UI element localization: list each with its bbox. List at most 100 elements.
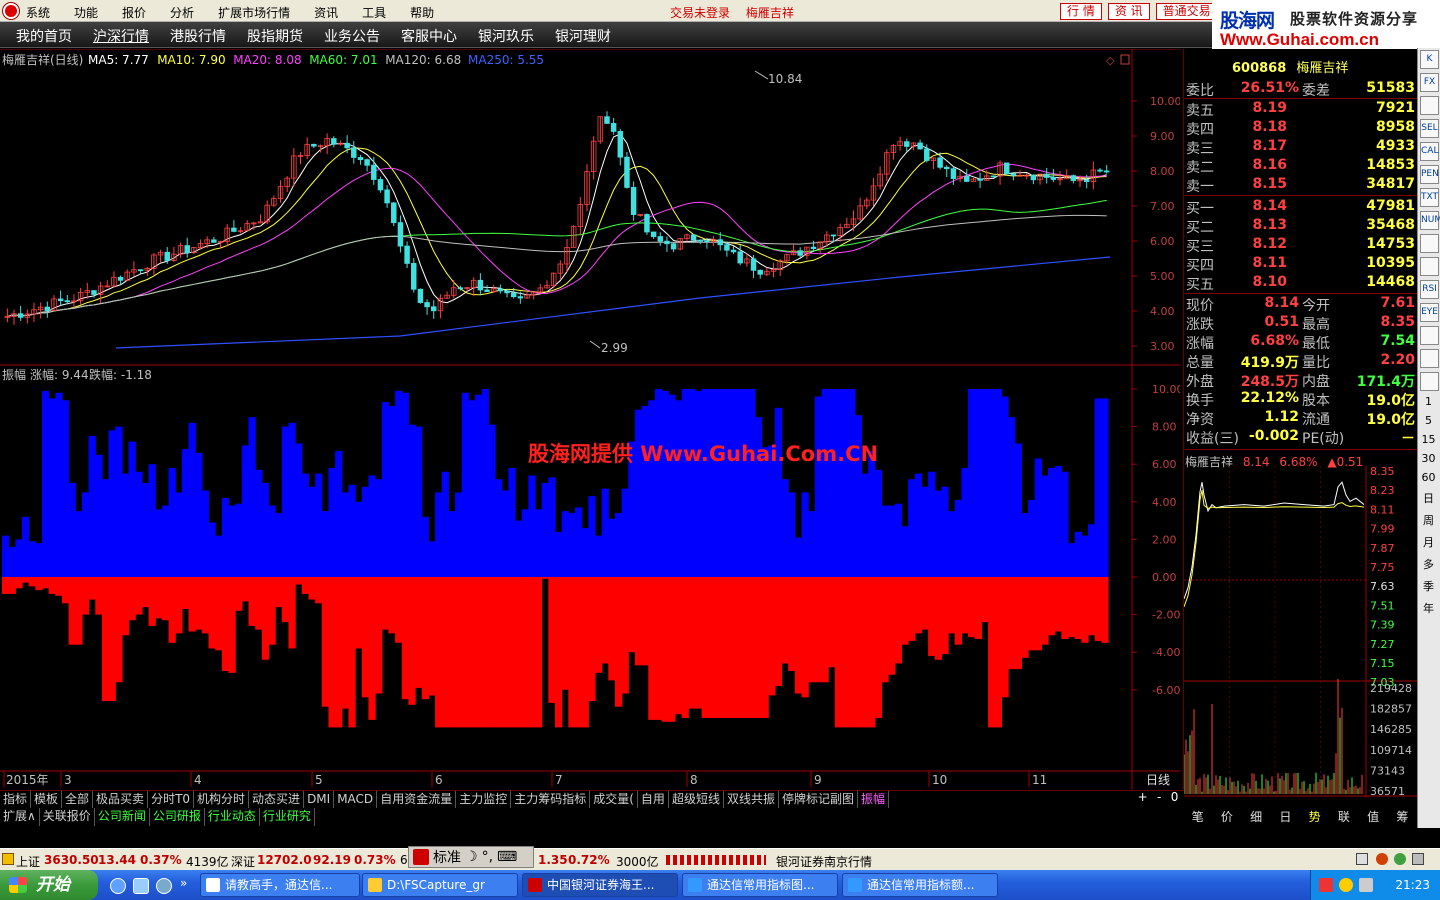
tray-network-icon[interactable] — [1339, 878, 1353, 892]
ime-moon-icon[interactable]: ☽ — [465, 849, 478, 865]
toolbar-rsi-icon[interactable]: RSI — [1420, 280, 1439, 299]
tab-hk-market[interactable]: 港股行情 — [170, 26, 226, 46]
toolbar-cal-icon[interactable]: CAL — [1420, 142, 1439, 161]
indicator-tab[interactable]: 主力筹码指标 — [511, 791, 591, 808]
menu-analysis[interactable]: 分析 — [170, 4, 194, 21]
indicator-tab[interactable]: 极品买卖 — [93, 791, 149, 808]
info-tab[interactable]: 公司新闻 — [95, 808, 150, 826]
side-tab[interactable]: 值 — [1367, 808, 1379, 826]
tab-galaxy-finance[interactable]: 银河理财 — [555, 26, 611, 46]
tray-antivirus-icon[interactable] — [1319, 878, 1333, 892]
clock[interactable]: 21:23 — [1395, 878, 1430, 892]
indicator-tab[interactable]: 模板 — [31, 791, 63, 808]
bid-price[interactable]: 8.13 — [1252, 217, 1287, 233]
broker-server[interactable]: 银河证券南京行情 — [776, 853, 872, 870]
toolbar-pen-icon[interactable]: PEN — [1420, 165, 1439, 184]
side-tab[interactable]: 笔 — [1192, 808, 1204, 826]
menu-quote[interactable]: 报价 — [122, 4, 146, 21]
side-tab[interactable]: 势 — [1309, 808, 1321, 826]
bid-price[interactable]: 8.11 — [1252, 255, 1287, 271]
quicklaunch-expand-icon[interactable]: » — [180, 876, 187, 890]
tab-index-futures[interactable]: 股指期货 — [247, 26, 303, 46]
media-icon[interactable] — [156, 878, 172, 894]
side-tab[interactable]: 筹 — [1396, 808, 1408, 826]
indicator-tab[interactable]: 机构分时 — [194, 791, 250, 808]
menu-tools[interactable]: 工具 — [362, 4, 386, 21]
indicator-tab[interactable]: 停牌标记副图 — [779, 791, 858, 808]
indicator-tab[interactable]: 动态买进 — [249, 791, 305, 808]
ask-price[interactable]: 8.15 — [1252, 176, 1287, 192]
period-1[interactable]: 1 — [1418, 395, 1439, 408]
period-年[interactable]: 年 — [1418, 600, 1439, 616]
ime-mode[interactable]: 标准 — [433, 847, 461, 867]
sz-index-value[interactable]: 12702.0 — [257, 853, 312, 867]
indicator-tab[interactable]: 双线共振 — [724, 791, 779, 808]
sh-index-value[interactable]: 3630.50 — [44, 853, 99, 867]
indicator-tab[interactable]: DMI — [304, 791, 335, 808]
task-browser[interactable]: 请教高手，通达信... — [200, 873, 360, 897]
tray-connect-icon[interactable] — [1394, 853, 1406, 865]
info-tab[interactable]: 行业动态 — [205, 808, 260, 826]
period-季[interactable]: 季 — [1418, 578, 1439, 594]
info-tab[interactable]: 公司研报 — [150, 808, 205, 826]
info-tab[interactable]: 关联报价 — [40, 808, 95, 826]
period-日[interactable]: 日 — [1418, 490, 1439, 506]
ask-price[interactable]: 8.17 — [1252, 138, 1287, 154]
info-tab[interactable]: 扩展∧ — [0, 808, 40, 826]
indicator-tab[interactable]: 主力监控 — [456, 791, 512, 808]
menu-info[interactable]: 资讯 — [314, 4, 338, 21]
period-label[interactable]: 日线 — [1146, 773, 1170, 787]
intraday-chart[interactable]: 8.35 8.23 8.11 7.99 7.87 7.75 7.63 7.51 7.39 7.27… — [1184, 466, 1417, 798]
desktop-icon[interactable] — [133, 878, 149, 894]
period-多[interactable]: 多 — [1418, 556, 1439, 572]
indicator-tab[interactable]: MACD — [334, 791, 378, 808]
toolbar-txt-icon[interactable]: TXT — [1420, 188, 1439, 207]
login-status[interactable]: 交易未登录 — [670, 6, 730, 20]
kline-chart[interactable]: 梅雁吉祥(日线) MA5: 7.77 MA10: 7.90 MA20: 8.08 MA6… — [0, 49, 1180, 790]
chart-area[interactable]: 梅雁吉祥(日线) MA5: 7.77 MA10: 7.90 MA20: 8.08 MA6… — [0, 49, 1180, 790]
period-周[interactable]: 周 — [1418, 512, 1439, 528]
tab-sh-sz-market[interactable]: 沪深行情 — [93, 26, 149, 46]
toolbar-sel-icon[interactable]: SEL — [1420, 119, 1439, 138]
period-15[interactable]: 15 — [1418, 433, 1439, 446]
remove-indicator-button[interactable]: - — [1157, 790, 1161, 808]
ime-keyboard-icon[interactable]: ⌨ — [497, 849, 517, 865]
tab-home[interactable]: 我的首页 — [16, 26, 72, 46]
tray-volume-icon[interactable] — [1359, 878, 1373, 892]
tab-service[interactable]: 客服中心 — [401, 26, 457, 46]
quote-button[interactable]: 行 情 — [1060, 3, 1102, 20]
side-tab[interactable]: 日 — [1279, 808, 1291, 826]
menu-extended-market[interactable]: 扩展市场行情 — [218, 4, 290, 21]
tray-settings-icon[interactable] — [1412, 853, 1424, 865]
side-tab[interactable]: 价 — [1221, 808, 1233, 826]
bid-price[interactable]: 8.10 — [1252, 274, 1287, 290]
ime-punct-icon[interactable]: °, — [482, 849, 493, 865]
toolbar-zoom-icon[interactable] — [1420, 96, 1439, 115]
indicator-tab[interactable]: 超级短线 — [669, 791, 724, 808]
period-60[interactable]: 60 — [1418, 471, 1439, 484]
toolbar-num-icon[interactable]: NUM — [1420, 211, 1440, 230]
reset-indicator-button[interactable]: 0 — [1171, 790, 1179, 808]
task-doc-1[interactable]: 通达信常用指标图... — [682, 873, 838, 897]
news-button[interactable]: 资 讯 — [1107, 3, 1150, 20]
period-月[interactable]: 月 — [1418, 534, 1439, 550]
menu-system[interactable]: 系统 — [26, 4, 50, 21]
indicator-tab[interactable]: 分时T0 — [148, 791, 195, 808]
tab-galaxy-club[interactable]: 银河玖乐 — [478, 26, 534, 46]
toolbar-plus-icon[interactable] — [1420, 349, 1439, 368]
ask-price[interactable]: 8.19 — [1252, 100, 1287, 116]
task-galaxy-app[interactable]: 中国银河证券海王... — [522, 873, 678, 897]
side-tab[interactable]: 细 — [1250, 808, 1262, 826]
tab-announcements[interactable]: 业务公告 — [324, 26, 380, 46]
input-method-bar[interactable]: 标准 ☽ °, ⌨ — [408, 846, 534, 868]
menu-help[interactable]: 帮助 — [410, 4, 434, 21]
ask-price[interactable]: 8.16 — [1252, 157, 1287, 173]
menu-function[interactable]: 功能 — [74, 4, 98, 21]
chart-max-icon[interactable] — [1120, 54, 1130, 65]
toolbar-fx-icon[interactable]: FX — [1420, 73, 1439, 92]
info-tab[interactable]: 行业研究 — [260, 808, 315, 826]
period-5[interactable]: 5 — [1418, 414, 1439, 427]
toolbar-minus-icon[interactable] — [1420, 372, 1439, 391]
trade-button[interactable]: 普通交易 — [1155, 3, 1218, 20]
bid-price[interactable]: 8.12 — [1252, 236, 1287, 252]
